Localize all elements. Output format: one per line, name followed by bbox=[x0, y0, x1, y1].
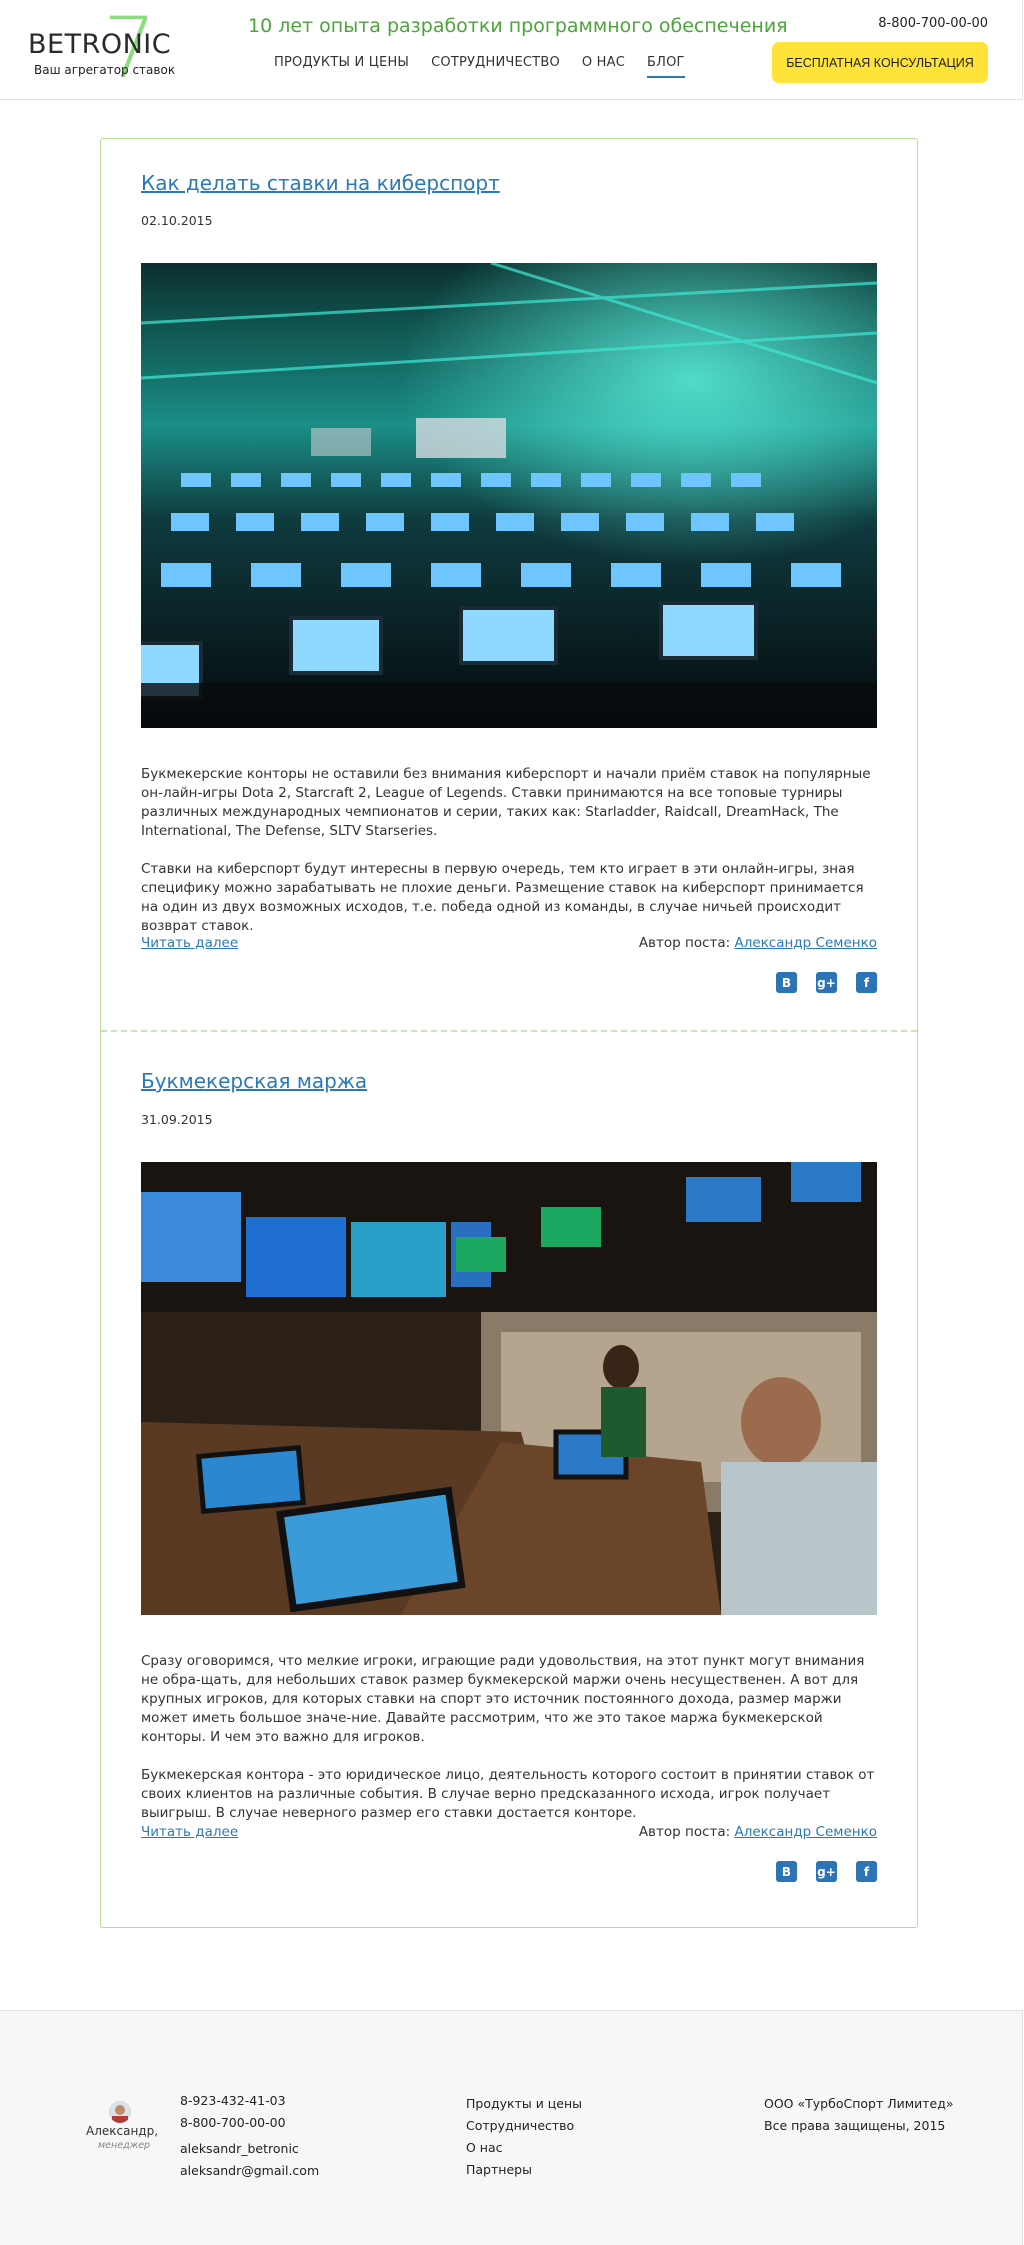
author-link[interactable]: Александр Семенко bbox=[734, 1824, 877, 1840]
footer-link-products[interactable]: Продукты и цены bbox=[466, 2093, 582, 2115]
author-label: Автор поста: bbox=[638, 935, 731, 951]
manager-name: Александр, bbox=[86, 2124, 159, 2138]
footer-link-about[interactable]: О нас bbox=[466, 2137, 582, 2159]
post-date: 31.09.2015 bbox=[141, 1112, 213, 1127]
free-consultation-button[interactable]: БЕСПЛАТНАЯ КОНСУЛЬТАЦИЯ bbox=[772, 42, 988, 83]
header-phone[interactable]: 8-800-700-00-00 bbox=[878, 16, 988, 31]
site-header: 7 BETRONIC Ваш агрегатор ставок 10 лет о… bbox=[0, 0, 1023, 100]
facebook-share-icon[interactable]: f bbox=[856, 1861, 877, 1882]
footer-email[interactable]: aleksandr@gmail.com bbox=[180, 2161, 319, 2181]
post-divider bbox=[101, 1030, 917, 1032]
post-date: 02.10.2015 bbox=[141, 213, 213, 228]
manager-avatar bbox=[109, 2101, 131, 2123]
blog-list: Как делать ставки на киберспорт 02.10.20… bbox=[100, 138, 918, 1928]
read-more-link[interactable]: Читать далее bbox=[141, 1824, 238, 1840]
footer-phone-1[interactable]: 8-923-432-41-03 bbox=[180, 2091, 319, 2111]
vk-share-icon[interactable]: B bbox=[776, 972, 797, 993]
share-buttons: B g+ f bbox=[776, 1861, 877, 1882]
vk-share-icon[interactable]: B bbox=[776, 1861, 797, 1882]
nav-item-blog[interactable]: БЛОГ bbox=[647, 55, 685, 78]
post-author: Автор поста: Александр Семенко bbox=[639, 1824, 877, 1840]
logo-tagline: Ваш агрегатор ставок bbox=[34, 63, 176, 77]
nav-item-products[interactable]: ПРОДУКТЫ И ЦЕНЫ bbox=[274, 55, 409, 78]
read-more-link[interactable]: Читать далее bbox=[141, 935, 238, 951]
copyright: Все права защищены, 2015 bbox=[764, 2118, 946, 2133]
manager-role: менеджер bbox=[98, 2140, 151, 2151]
footer-link-partners[interactable]: Партнеры bbox=[466, 2159, 582, 2181]
footer-legal: ООО «ТурбоСпорт Лимитед» Все права защищ… bbox=[764, 2093, 954, 2137]
footer-nav: Продукты и цены Сотрудничество О нас Пар… bbox=[466, 2093, 582, 2181]
footer-contacts: 8-923-432-41-03 8-800-700-00-00 aleksand… bbox=[180, 2091, 319, 2183]
logo-name: BETRONIC bbox=[28, 29, 172, 60]
facebook-share-icon[interactable]: f bbox=[856, 972, 877, 993]
post-author: Автор поста: Александр Семенко bbox=[639, 935, 877, 951]
post-paragraph: Ставки на киберспорт будут интересны в п… bbox=[141, 861, 864, 934]
slogan: 10 лет опыта разработки программного обе… bbox=[248, 15, 788, 37]
footer-skype[interactable]: aleksandr_betronic bbox=[180, 2139, 319, 2159]
post-paragraph: Букмекерские конторы не оставили без вни… bbox=[141, 766, 871, 839]
author-label: Автор поста: bbox=[638, 1824, 731, 1840]
footer-phone-2[interactable]: 8-800-700-00-00 bbox=[180, 2113, 319, 2133]
post-title[interactable]: Букмекерская маржа bbox=[141, 1069, 367, 1093]
footer-link-partnership[interactable]: Сотрудничество bbox=[466, 2115, 582, 2137]
logo[interactable]: 7 BETRONIC Ваш агрегатор ставок bbox=[28, 6, 175, 90]
google-plus-share-icon[interactable]: g+ bbox=[816, 972, 837, 993]
nav-item-partnership[interactable]: СОТРУДНИЧЕСТВО bbox=[431, 55, 560, 78]
main-nav: ПРОДУКТЫ И ЦЕНЫ СОТРУДНИЧЕСТВО О НАС БЛО… bbox=[274, 55, 685, 78]
author-link[interactable]: Александр Семенко bbox=[734, 935, 877, 951]
company-name: ООО «ТурбоСпорт Лимитед» bbox=[764, 2096, 954, 2111]
post-image-esports[interactable] bbox=[141, 263, 877, 728]
post-paragraph: Букмекерская контора - это юридическое л… bbox=[141, 1767, 875, 1821]
nav-item-about[interactable]: О НАС bbox=[582, 55, 625, 78]
share-buttons: B g+ f bbox=[776, 972, 877, 993]
post-paragraph: Сразу оговоримся, что мелкие игроки, игр… bbox=[141, 1653, 865, 1745]
post-title[interactable]: Как делать ставки на киберспорт bbox=[141, 171, 500, 195]
google-plus-share-icon[interactable]: g+ bbox=[816, 1861, 837, 1882]
site-footer: Александр, менеджер 8-923-432-41-03 8-80… bbox=[0, 2010, 1023, 2245]
post-image-sportsbook[interactable] bbox=[141, 1162, 877, 1615]
